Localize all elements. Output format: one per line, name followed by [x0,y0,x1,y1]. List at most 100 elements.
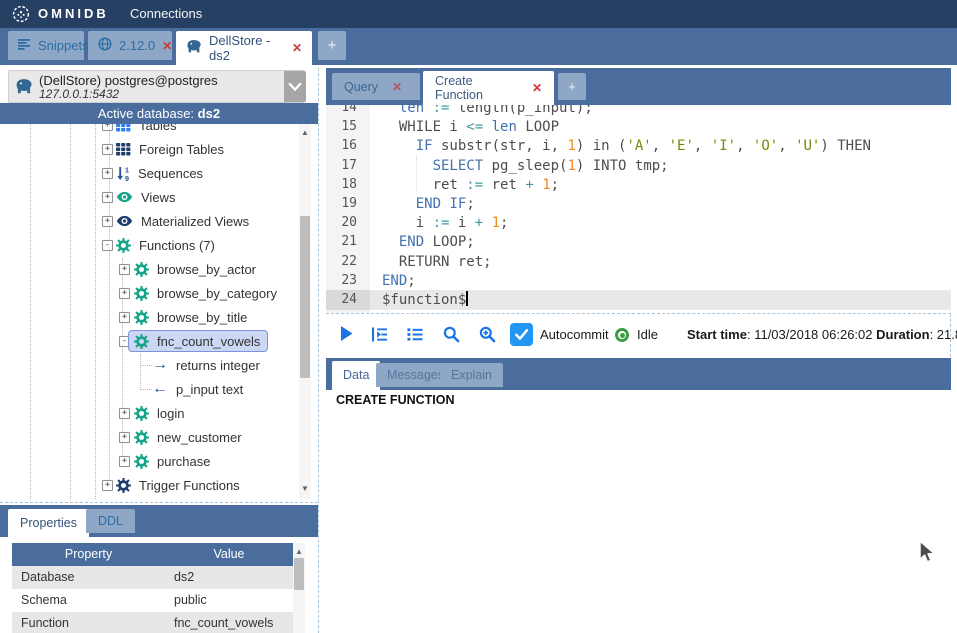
tree-item-returns-integer[interactable]: → returns integer [0,354,318,378]
tree-selected-node[interactable]: fnc_count_vowels [128,330,269,352]
tab-create-function[interactable]: Create Function ✕ [423,71,554,105]
panel-divider[interactable] [326,313,951,314]
tree-node[interactable]: Tables [110,124,185,136]
code-line[interactable]: RETURN ret; [382,252,492,272]
code-line[interactable]: IF substr(str, i, 1) in ('A', 'E', 'I', … [382,136,871,156]
tab-version[interactable]: 2.12.0 ✕ [88,31,172,60]
tree-item-login[interactable]: + login [0,402,318,426]
code-line[interactable]: i := i + 1; [382,213,509,233]
code-line[interactable]: SELECT pg_sleep(1) INTO tmp; [382,156,669,176]
sql-code-editor[interactable]: 14 len := length(p_input); 15 WHILE i <= … [326,105,951,313]
tree-item-functions-7[interactable]: - Functions (7) [0,234,318,258]
tree-scrollbar-thumb[interactable] [300,216,310,378]
command-history-button[interactable] [407,327,423,347]
tree-node[interactable]: Views [110,186,183,208]
tab-data[interactable]: Data [332,361,381,390]
code-line[interactable]: END LOOP; [382,232,475,252]
tree-node[interactable]: Functions (7) [110,234,223,256]
close-icon[interactable]: ✕ [292,41,302,55]
properties-scrollbar-thumb[interactable] [294,558,304,590]
tree-item-purchase[interactable]: + purchase [0,450,318,474]
properties-table: Property Value Database ds2 Schema public F… [12,543,293,633]
code-token: , [778,138,796,155]
tree-item-browse-by-title[interactable]: + browse_by_title [0,306,318,330]
table-row[interactable]: Database ds2 [12,566,293,589]
scroll-up-icon[interactable]: ▲ [293,547,305,556]
indent-sql-button[interactable] [371,327,388,347]
new-editor-tab-button[interactable]: + [558,73,586,100]
code-token: pg_sleep( [483,157,568,174]
mouse-cursor [917,540,937,571]
column-header-value: Value [213,547,245,561]
tree-item-p-input-text[interactable]: ← p_input text [0,378,318,402]
function-icon [134,285,149,301]
active-database-value: ds2 [197,106,221,121]
tree-node[interactable]: ← p_input text [146,378,251,400]
code-line[interactable]: ret := ret + 1; [382,175,560,195]
connection-selector[interactable]: (DellStore) postgres@postgres 127.0.0.1:… [8,70,306,103]
tree-item-browse-by-actor[interactable]: + browse_by_actor [0,258,318,282]
tree-item-fnc-count-vowels[interactable]: - fnc_count_vowels [0,330,318,354]
find-replace-button[interactable] [479,326,496,348]
code-line[interactable]: END IF; [382,194,475,214]
tree-node[interactable]: new_customer [128,426,250,448]
table-row[interactable]: Function fnc_count_vowels [12,612,293,633]
tree-item-foreign-tables[interactable]: + Foreign Tables [0,138,318,162]
tree-item-sequences[interactable]: + 1 9 Sequences [0,162,318,186]
connections-menu[interactable]: Connections [130,0,202,28]
tree-node[interactable]: 1 9 Sequences [110,162,211,184]
tree-item-new-customer[interactable]: + new_customer [0,426,318,450]
autocommit-checkbox[interactable] [510,323,533,346]
code-line[interactable]: $function$ [382,290,469,310]
tab-query[interactable]: Query ✕ [332,73,420,100]
find-button[interactable] [443,326,460,348]
tree-item-browse-by-category[interactable]: + browse_by_category [0,282,318,306]
tree-item-views[interactable]: + Views [0,186,318,210]
tree-item-materialized-views[interactable]: + Materialized Views [0,210,318,234]
tree-node[interactable]: browse_by_actor [128,258,264,280]
code-line[interactable]: WHILE i <= len LOOP [382,117,559,137]
tab-connection-dellstore[interactable]: DellStore - ds2 ✕ [176,31,312,65]
tree-node[interactable]: browse_by_category [128,282,285,304]
sequence-icon: 1 9 [116,166,130,181]
tree-node[interactable]: → returns integer [146,354,268,376]
tree-node[interactable]: Foreign Tables [110,138,232,160]
scroll-down-icon[interactable]: ▼ [299,484,311,493]
tree-scrollbar[interactable]: ▲ ▼ [299,124,311,499]
function-icon [134,429,149,445]
code-line[interactable]: END; [382,271,416,291]
close-icon[interactable]: ✕ [532,81,542,95]
close-icon[interactable]: ✕ [162,39,172,53]
code-token: END [415,196,442,212]
properties-scrollbar[interactable]: ▲ [293,543,305,633]
table-row[interactable]: Schema public [12,589,293,612]
panel-divider[interactable] [318,68,319,633]
tree-node[interactable]: login [128,402,192,424]
column-header-property: Property [64,547,113,561]
line-number: 17 [341,157,357,173]
panel-divider[interactable] [0,502,318,503]
new-connection-tab-button[interactable]: + [318,31,346,60]
scroll-up-icon[interactable]: ▲ [299,128,311,137]
schema-tree: + Tables + Foreign Tables + 1 9 Sequences + Vi… [0,124,318,499]
tree-item-tables[interactable]: + Tables [0,124,318,138]
close-icon[interactable]: ✕ [392,80,402,94]
connection-status-label: Idle [637,327,658,342]
tree-node[interactable]: Trigger Functions [110,474,248,496]
chevron-down-icon[interactable] [284,71,306,102]
tree-item-trigger-functions[interactable]: + Trigger Functions [0,474,318,498]
tab-snippets[interactable]: Snippets [8,31,89,60]
code-token: 'U' [795,138,821,155]
top-header-bar: OMNIDB Connections [0,0,957,28]
tree-node[interactable]: purchase [128,450,218,472]
tab-ddl[interactable]: DDL [86,509,136,533]
tab-explain[interactable]: Explain [440,363,503,387]
tree-node[interactable]: browse_by_title [128,306,255,328]
workspace-panel: Query ✕ Create Function ✕ + 14 len := le… [326,68,957,633]
tab-properties[interactable]: Properties [8,509,89,537]
tree-node[interactable]: Materialized Views [110,210,257,232]
run-query-button[interactable] [339,325,354,347]
code-line[interactable]: len := length(p_input); [382,105,593,118]
